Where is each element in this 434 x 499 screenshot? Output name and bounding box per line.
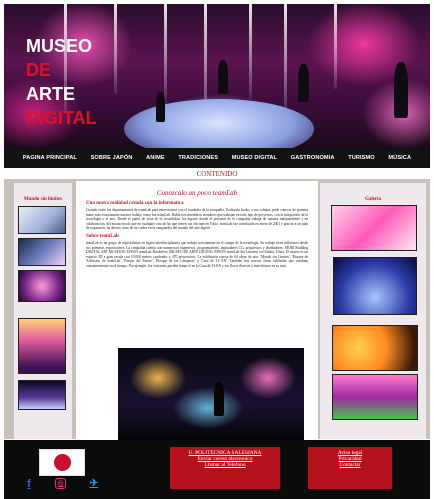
visitor-silhouette (156, 92, 165, 122)
sidebar-right-title: Galeria (364, 197, 382, 202)
article-title: Conozcalo un poco teamLab (156, 189, 238, 197)
light-streak (284, 4, 287, 114)
gallery-thumbnail[interactable] (18, 318, 66, 374)
gallery-thumbnail[interactable] (18, 238, 66, 266)
gallery-thumbnail[interactable] (18, 206, 66, 234)
nav-item-museo-digital[interactable]: MUSEO DIGITAL (232, 155, 277, 161)
featured-photo (118, 348, 304, 440)
gallery-thumbnail[interactable] (332, 325, 418, 371)
site-logo[interactable]: MUSEO DE ARTE DIGITAL (26, 34, 97, 130)
nav-item-gastronomia[interactable]: GASTRONOMIA (291, 155, 335, 161)
light-streak (334, 4, 337, 89)
visitor-silhouette (298, 64, 309, 102)
light-streak (164, 4, 167, 104)
phone-link[interactable]: Llamar al Telefono (170, 462, 280, 468)
section-text: teamLab es un grupo de especialistas en … (86, 240, 308, 268)
nav-item-tradiciones[interactable]: TRADICIONES (178, 155, 218, 161)
twitter-icon[interactable]: ✈ (88, 478, 100, 490)
gallery-thumbnail[interactable] (331, 205, 417, 251)
visitor-silhouette (214, 382, 224, 416)
logo-line: DIGITAL (26, 108, 97, 128)
flag-sun (54, 454, 71, 471)
sidebar-left-title: Mundo sin limites (23, 197, 63, 202)
logo-line: MUSEO (26, 36, 93, 56)
gallery-thumbnail[interactable] (333, 257, 417, 315)
section-title: Sobre teamLab (86, 233, 119, 239)
logo-line: ARTE (26, 84, 75, 104)
light-streak (249, 4, 252, 99)
japan-flag (39, 449, 85, 476)
contact-link[interactable]: Contactar (308, 462, 392, 468)
nav-item-musica[interactable]: MÚSICA (388, 155, 411, 161)
hero-banner: MUSEO DE ARTE DIGITAL (4, 4, 430, 148)
visitor-silhouette (218, 60, 228, 94)
content-label: CONTENIDO (196, 170, 238, 178)
nav-item-pagina-principal[interactable]: PAGINA PRINCIPAL (23, 155, 77, 161)
university-box: U. POLITECNICA SALESIANA Enviar correo e… (170, 447, 280, 489)
visitor-silhouette (394, 62, 408, 118)
main-nav: PAGINA PRINCIPAL SOBRE JAPÓN ANIME TRADI… (4, 148, 430, 168)
gallery-thumbnail[interactable] (18, 270, 66, 302)
nav-item-turismo[interactable]: TURISMO (348, 155, 375, 161)
section-text: Cuando visite los departamentos de teamL… (86, 208, 308, 231)
logo-line: DE (26, 60, 52, 80)
gallery-thumbnail[interactable] (332, 374, 418, 420)
nav-item-sobre-japon[interactable]: SOBRE JAPÓN (91, 155, 133, 161)
nav-item-anime[interactable]: ANIME (146, 155, 165, 161)
section-title: Una nueva realidad creada con la informa… (86, 201, 184, 206)
gallery-thumbnail[interactable] (18, 380, 66, 410)
light-streak (114, 4, 117, 94)
instagram-icon[interactable]: ◎ (55, 478, 66, 489)
legal-box: Aviso legal Privacidad Contactar (308, 447, 392, 489)
facebook-icon[interactable]: f (23, 478, 35, 490)
